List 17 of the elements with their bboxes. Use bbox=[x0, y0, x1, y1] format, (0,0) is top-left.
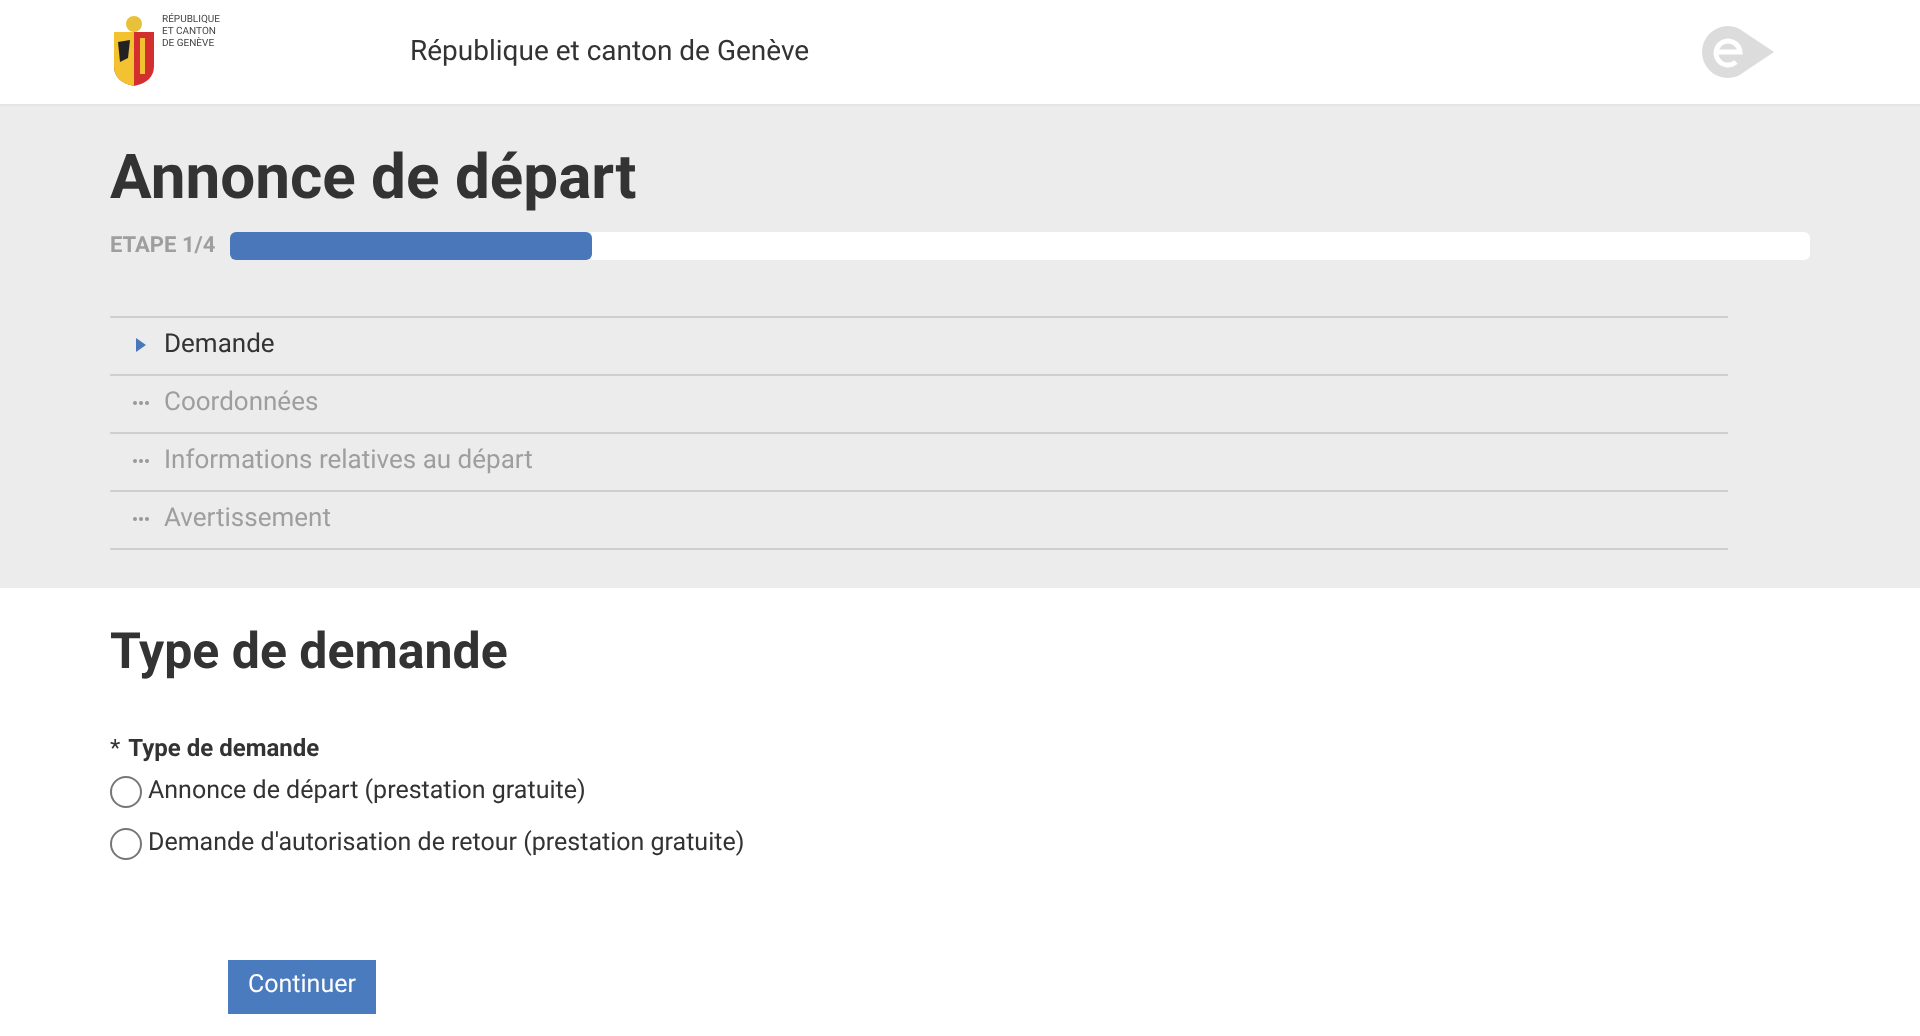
step-label: Informations relatives au départ bbox=[164, 443, 533, 480]
radio-button[interactable] bbox=[110, 776, 142, 808]
site-title: République et canton de Genève bbox=[410, 33, 810, 71]
continue-button[interactable]: Continuer bbox=[228, 960, 376, 1014]
required-mark: * bbox=[110, 732, 121, 766]
step-counter: ETAPE 1/4 bbox=[110, 230, 216, 262]
radio-label: Annonce de départ (prestation gratuite) bbox=[148, 773, 586, 810]
coat-of-arms-icon bbox=[110, 14, 158, 90]
step-label: Avertissement bbox=[164, 501, 331, 538]
step-label: Demande bbox=[164, 327, 275, 364]
step-label: Coordonnées bbox=[164, 385, 319, 422]
e-logo-icon bbox=[1700, 24, 1776, 80]
field-label: Type de demande bbox=[128, 732, 320, 766]
section-title: Type de demande bbox=[110, 622, 510, 686]
page-title: Annonce de départ bbox=[110, 142, 639, 214]
radio-label: Demande d'autorisation de retour (prestation gratuite) bbox=[148, 825, 745, 862]
radio-button[interactable] bbox=[110, 828, 142, 860]
